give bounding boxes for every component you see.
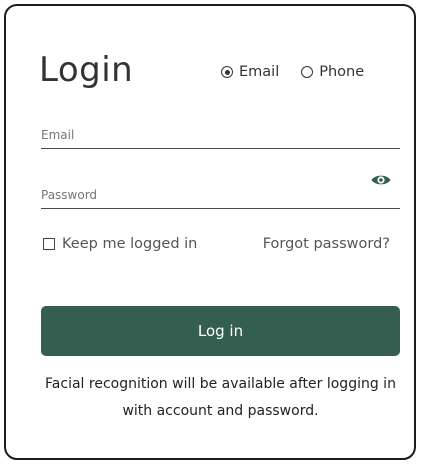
radio-phone[interactable]: Phone [301,64,364,80]
radio-email-label: Email [239,64,280,80]
facial-recognition-note: Facial recognition will be available aft… [45,376,396,419]
remember-me-label: Keep me logged in [62,236,198,252]
email-field[interactable] [41,124,361,146]
password-field[interactable] [41,184,361,206]
checkbox-icon [43,238,55,250]
radio-phone-label: Phone [319,64,365,80]
radio-unselected-icon [301,66,314,78]
login-method-group: Email Phone [221,64,364,80]
password-field-container [41,175,400,209]
radio-email[interactable]: Email [221,64,279,80]
radio-selected-icon [221,66,233,78]
email-field-container [41,124,400,149]
login-card: Login Email Phone Keep me logged in Forg… [4,4,416,460]
page-title: Login [39,50,134,90]
eye-icon[interactable] [370,172,392,188]
login-button[interactable]: Log in [41,306,400,356]
remember-me-checkbox[interactable]: Keep me logged in [43,236,197,252]
forgot-password-link[interactable]: Forgot password? [263,236,390,252]
